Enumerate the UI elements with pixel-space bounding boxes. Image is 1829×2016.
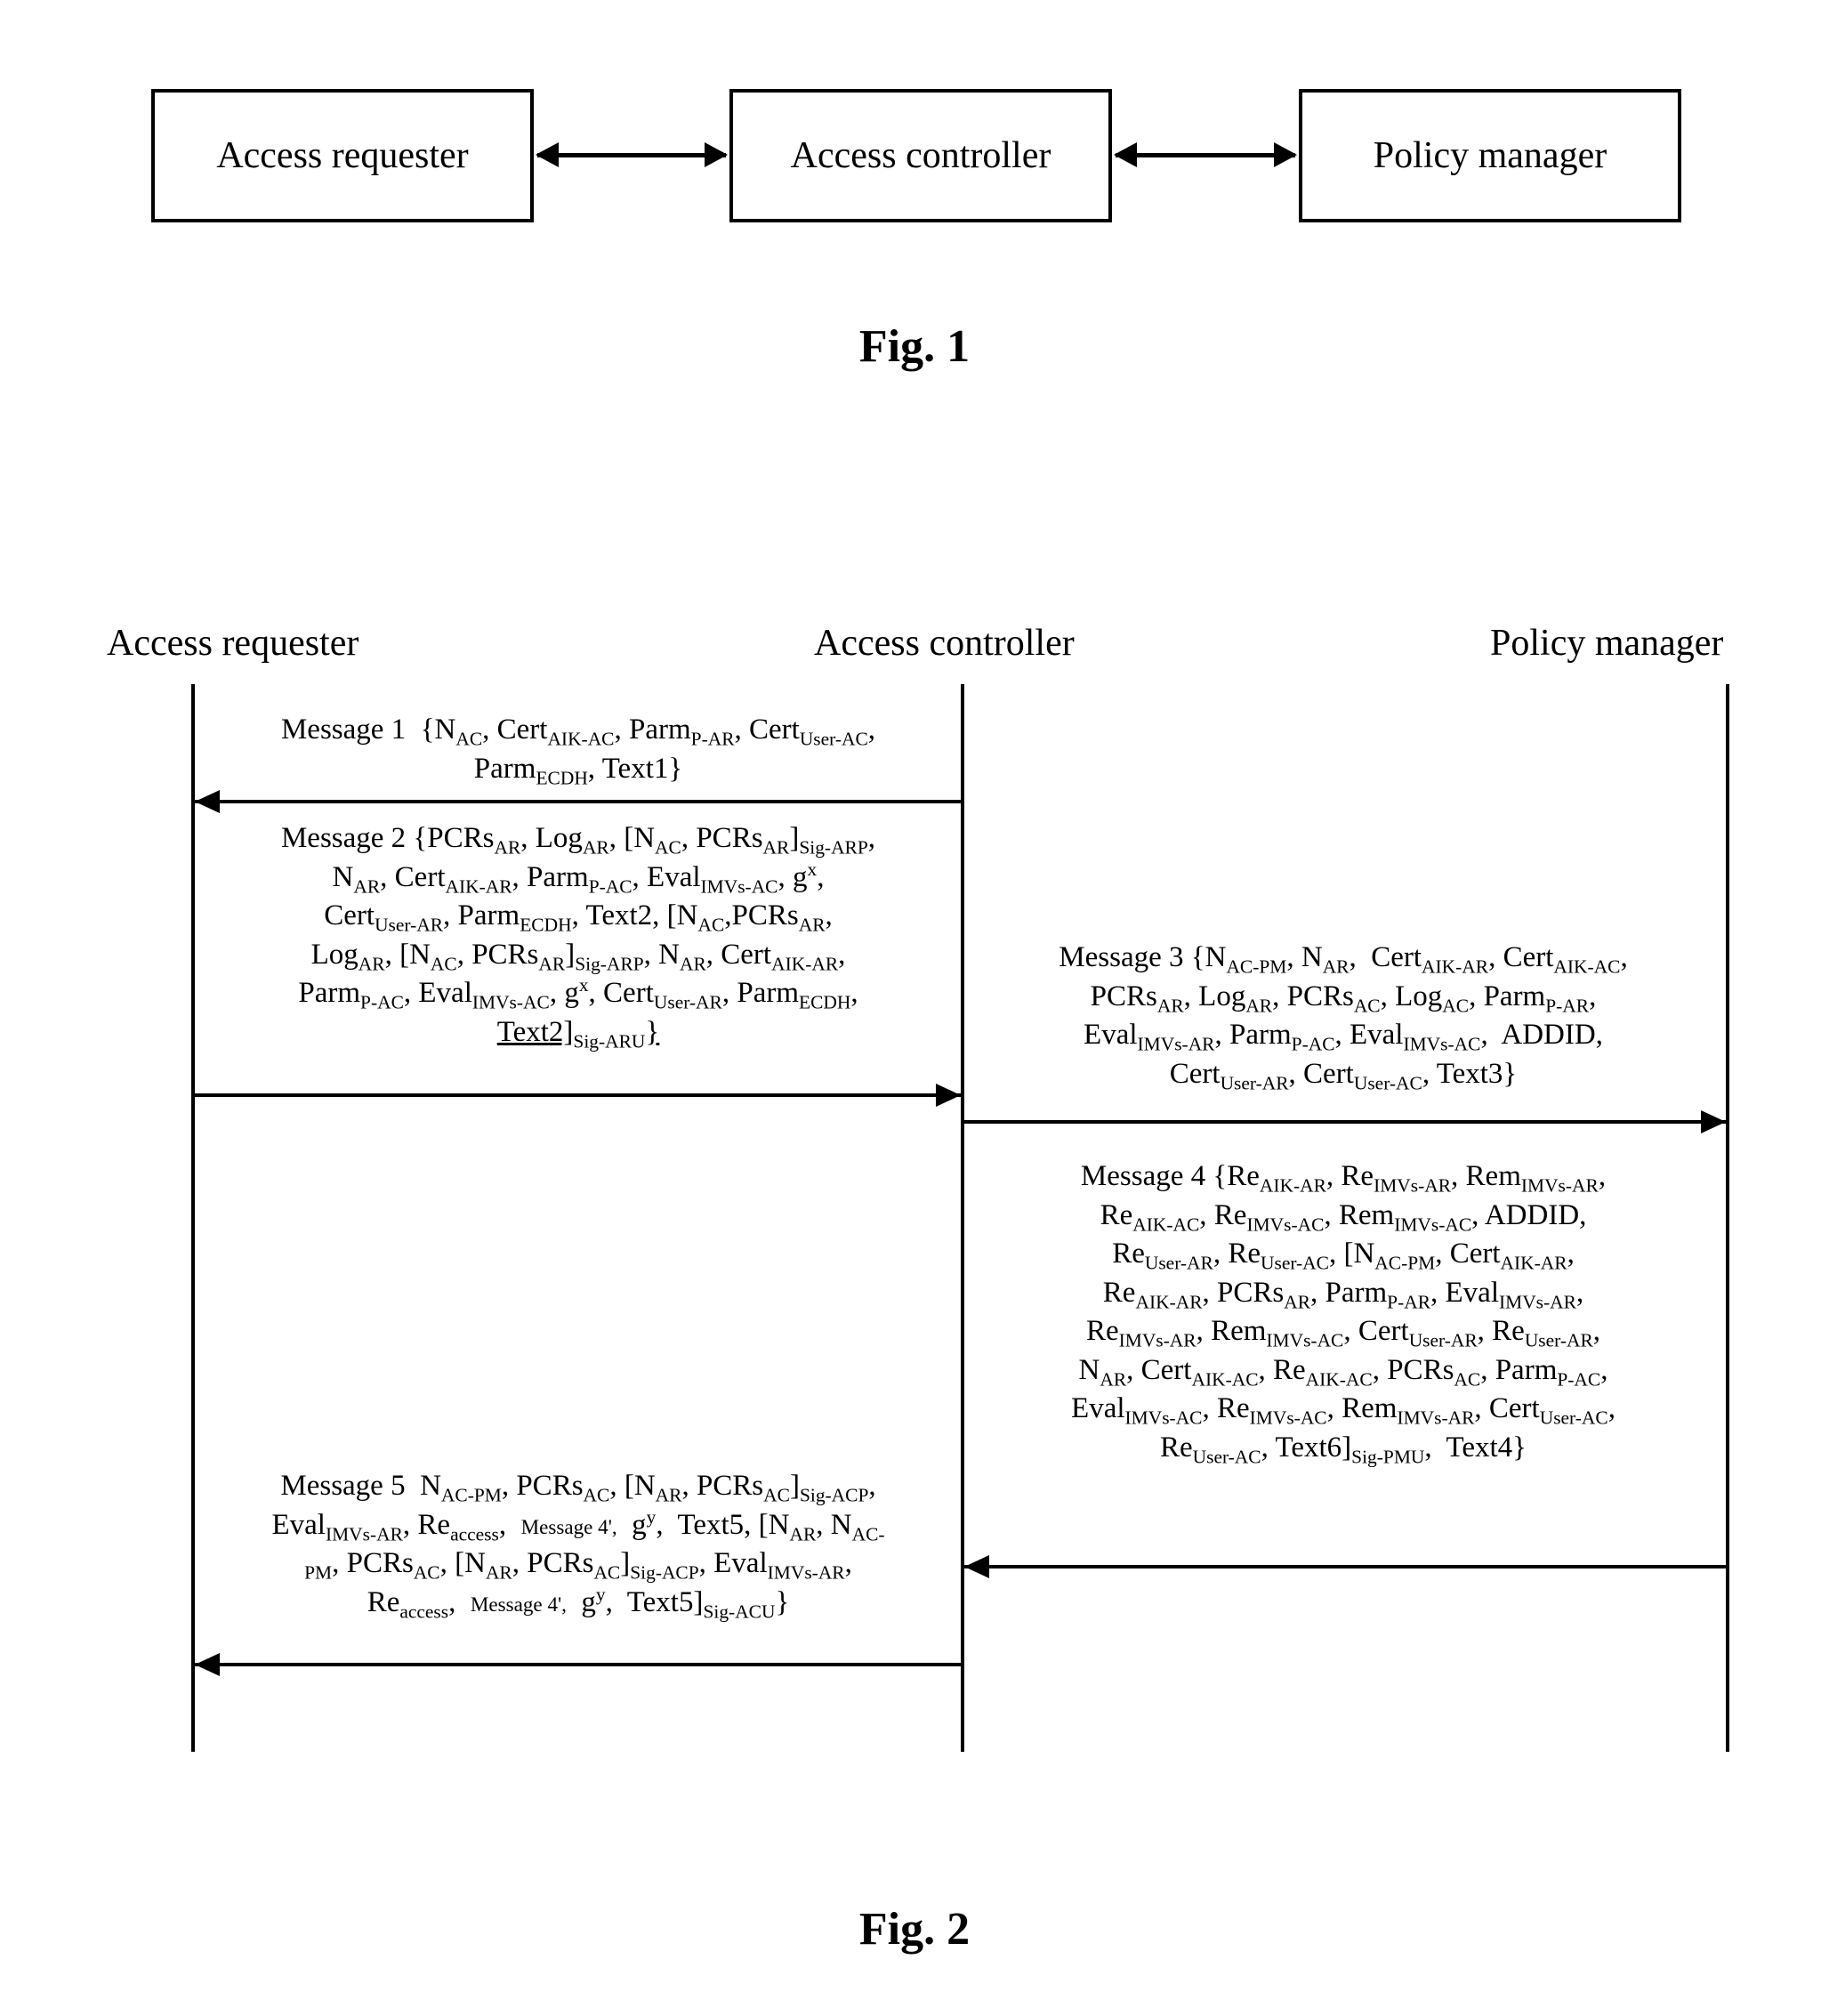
message-1-label: Message 1 bbox=[281, 714, 406, 746]
lifeline-controller bbox=[961, 684, 964, 1752]
arrow-right-icon bbox=[964, 1120, 1726, 1124]
node-label: Access controller bbox=[791, 134, 1051, 177]
message-3-text: Message 3 {NAC-PM, NAR, CertAIK-AR, Cert… bbox=[979, 939, 1708, 1093]
message-4-text: Message 4 {ReAIK-AR, ReIMVs-AR, RemIMVs-… bbox=[979, 1157, 1708, 1467]
arrow-left-icon bbox=[964, 1565, 1726, 1568]
arrow-right-icon bbox=[195, 1093, 961, 1097]
figure-2-caption: Fig. 2 bbox=[98, 1903, 1731, 1956]
figure-2-sequence: Access requester Access controller Polic… bbox=[107, 622, 1735, 1796]
node-policy-manager: Policy manager bbox=[1299, 89, 1681, 222]
lifeline-label-requester: Access requester bbox=[107, 622, 359, 665]
figure-1-caption: Fig. 1 bbox=[98, 320, 1731, 373]
lifeline-policy bbox=[1726, 684, 1729, 1752]
node-access-requester: Access requester bbox=[151, 89, 534, 222]
node-label: Policy manager bbox=[1374, 134, 1607, 177]
message-2-text: Message 2 {PCRsAR, LogAR, [NAC, PCRsAR]S… bbox=[214, 819, 943, 1052]
node-label: Access requester bbox=[216, 134, 468, 177]
figure-1-architecture: Access requester Access controller Polic… bbox=[151, 89, 1664, 267]
message-2-label: Message 2 bbox=[281, 822, 406, 854]
message-4-label: Message 4 bbox=[1081, 1160, 1205, 1192]
message-1-text: Message 1 {NAC, CertAIK-AC, ParmP-AR, Ce… bbox=[214, 711, 943, 788]
message-5-text: Message 5 NAC-PM, PCRsAC, [NAR, PCRsAC]S… bbox=[214, 1467, 943, 1622]
bidirectional-arrow-icon bbox=[1116, 153, 1295, 157]
bidirectional-arrow-icon bbox=[537, 153, 726, 157]
arrow-left-icon bbox=[195, 1663, 961, 1666]
lifeline-requester bbox=[191, 684, 195, 1752]
message-3-label: Message 3 bbox=[1059, 941, 1183, 973]
node-access-controller: Access controller bbox=[729, 89, 1112, 222]
arrow-left-icon bbox=[195, 800, 961, 803]
lifeline-label-controller: Access controller bbox=[814, 622, 1075, 665]
lifeline-label-policy: Policy manager bbox=[1490, 622, 1723, 665]
message-5-label: Message 5 bbox=[280, 1470, 405, 1502]
